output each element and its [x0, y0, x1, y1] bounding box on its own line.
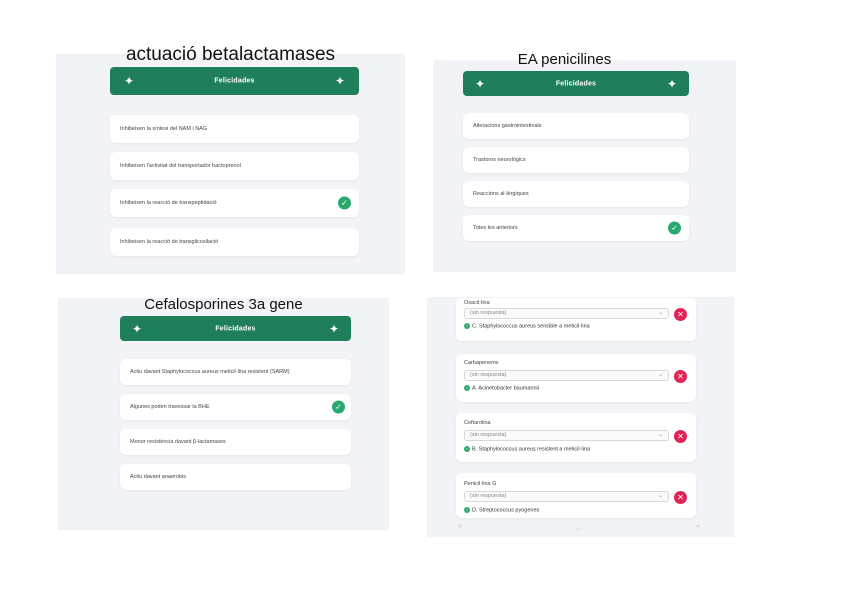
option-text: Actiu davant Staphylococcus aureus metic…: [130, 369, 290, 375]
correct-answer: ✓ D. Streptococcus pyogenes: [464, 507, 539, 513]
chevron-down-icon: ⌄: [657, 493, 663, 499]
answer-option[interactable]: Reaccions al·lèrgiques: [463, 181, 689, 207]
answer-dropdown[interactable]: (sin respuesta) ⌄: [464, 370, 669, 381]
sparkle-star-icon: ✦: [328, 321, 339, 336]
answer-option-correct[interactable]: Algunes poden travessar la BHE ✓: [120, 394, 351, 420]
close-icon: ✕: [674, 308, 687, 321]
check-icon: ✓: [332, 400, 345, 414]
dropdown-placeholder: (sin respuesta): [470, 310, 507, 316]
check-icon: ✓: [338, 196, 351, 210]
correct-answer: ✓ B. Staphylococcus aureus resistent a me…: [464, 446, 590, 452]
option-text: Actiu davant anaerobis: [130, 474, 186, 480]
matching-question: Oxacil·lina (sin respuesta) ⌄ ✕ ✓ C. Stap…: [456, 298, 696, 341]
sparkle-star-icon: ✦: [666, 76, 677, 91]
congrats-banner: ✦ Felicidades ✦: [463, 71, 689, 96]
home-nav-button[interactable]: ◡: [576, 524, 581, 531]
option-text: Trastorns neurològics: [473, 157, 526, 163]
answer-dropdown[interactable]: (sin respuesta) ⌄: [464, 491, 669, 502]
answer-dropdown[interactable]: (sin respuesta) ⌄: [464, 430, 669, 441]
question-label: Carbapenems: [464, 360, 499, 366]
option-text: Inhibeixen la síntesi del NAM i NAG: [120, 126, 208, 132]
question-label: Oxacil·lina: [464, 300, 490, 306]
sparkle-star-icon: ✦: [334, 74, 345, 88]
option-text: Inhibeixen la reacció de transglicosilac…: [120, 239, 219, 245]
close-icon: ✕: [674, 370, 687, 383]
question-label: Penicil·lina G: [464, 481, 497, 487]
option-text: Algunes poden travessar la BHE: [130, 404, 210, 410]
answer-option[interactable]: Menor resistència davant β-lactamases: [120, 429, 351, 455]
check-icon: ✓: [464, 507, 470, 513]
option-text: Menor resistència davant β-lactamases: [130, 439, 226, 445]
correct-answer-text: C. Staphylococcus aureus sensible a meti…: [472, 323, 590, 330]
panel-title: Cefalosporines 3a gene: [144, 296, 303, 313]
correct-answer: ✓ C. Staphylococcus aureus sensible a met…: [464, 323, 590, 329]
check-icon: ✓: [464, 385, 470, 391]
option-text: Alteracions gastrointestinals: [473, 123, 542, 129]
correct-answer-text: D. Streptococcus pyogenes: [472, 507, 540, 514]
check-icon: ✓: [668, 221, 681, 235]
panel-title: EA penicilines: [517, 51, 612, 68]
matching-question: Penicil·lina G (sin respuesta) ⌄ ✕ ✓ D. S…: [456, 473, 696, 518]
correct-answer: ✓ A. Acinetobacter baumannii: [464, 385, 539, 391]
correct-answer-text: A. Acinetobacter baumannii: [472, 385, 539, 392]
check-icon: ✓: [464, 323, 470, 329]
banner-text: Felicidades: [214, 77, 255, 85]
banner-text: Felicidades: [555, 80, 597, 87]
close-icon: ✕: [674, 491, 687, 504]
answer-option[interactable]: Actiu davant anaerobis: [120, 464, 351, 490]
option-text: Inhibeixen la reacció de transpeptidació: [120, 200, 217, 206]
panel-title: actuació betalactamases: [125, 44, 336, 65]
congrats-banner: ✦ Felicidades ✦: [120, 316, 351, 341]
banner-text: Felicidades: [215, 325, 256, 332]
back-nav-button[interactable]: <: [696, 524, 700, 530]
chevron-down-icon: ⌄: [657, 310, 663, 316]
answer-option[interactable]: Alteracions gastrointestinals: [463, 113, 689, 139]
chevron-down-icon: ⌄: [657, 432, 663, 438]
answer-option[interactable]: Inhibeixen l'activitat del transportador…: [110, 152, 359, 180]
dropdown-placeholder: (sin respuesta): [470, 432, 507, 438]
answer-option[interactable]: Actiu davant Staphylococcus aureus metic…: [120, 359, 351, 385]
answer-option[interactable]: Inhibeixen la reacció de transglicosilac…: [110, 228, 359, 256]
option-text: Inhibeixen l'activitat del transportador…: [120, 163, 241, 169]
dropdown-placeholder: (sin respuesta): [470, 372, 507, 378]
dropdown-placeholder: (sin respuesta): [470, 493, 507, 499]
answer-option-correct[interactable]: Totes les anteriors ✓: [463, 215, 689, 241]
close-icon: ✕: [674, 430, 687, 443]
question-label: Ceftarolina: [464, 420, 491, 426]
congrats-banner: ✦ Felicidades ✦: [110, 67, 359, 95]
answer-option[interactable]: Trastorns neurològics: [463, 147, 689, 173]
chevron-down-icon: ⌄: [657, 372, 663, 378]
menu-nav-button[interactable]: ≡: [458, 524, 462, 530]
check-icon: ✓: [464, 446, 470, 452]
matching-question: Carbapenems (sin respuesta) ⌄ ✕ ✓ A. Acin…: [456, 354, 696, 402]
matching-question: Ceftarolina (sin respuesta) ⌄ ✕ ✓ B. Stap…: [456, 413, 696, 462]
correct-answer-text: B. Staphylococcus aureus resistent a met…: [472, 446, 590, 453]
option-text: Reaccions al·lèrgiques: [473, 191, 529, 197]
answer-option[interactable]: Inhibeixen la síntesi del NAM i NAG: [110, 115, 359, 143]
answer-dropdown[interactable]: (sin respuesta) ⌄: [464, 308, 669, 319]
answer-option-correct[interactable]: Inhibeixen la reacció de transpeptidació…: [110, 189, 359, 217]
option-text: Totes les anteriors: [473, 225, 518, 231]
